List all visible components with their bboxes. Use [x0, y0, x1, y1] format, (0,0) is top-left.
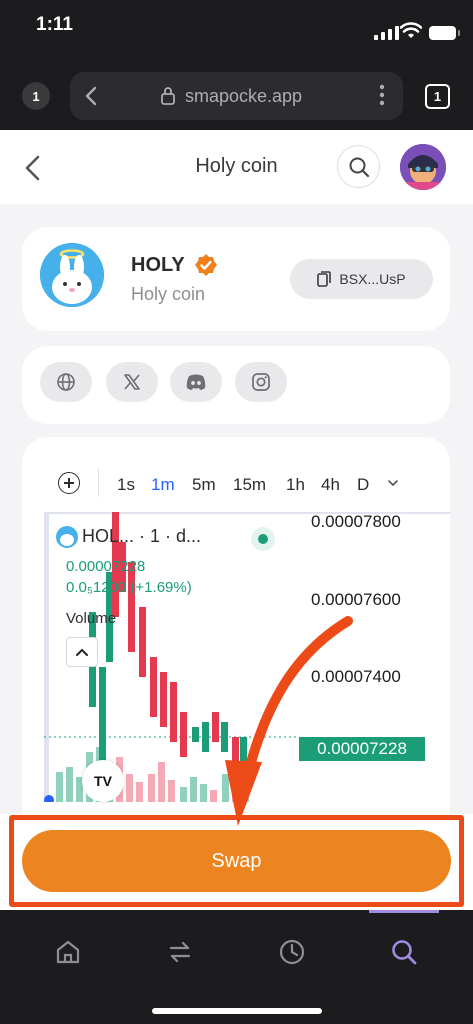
chevron-up-icon: [76, 648, 88, 656]
search-icon: [349, 157, 369, 177]
x-link[interactable]: [106, 362, 158, 402]
timeframe-1s[interactable]: 1s: [117, 475, 135, 495]
add-indicator-button[interactable]: [58, 472, 80, 494]
tabs-button[interactable]: 1: [425, 84, 450, 109]
volume-bar: [158, 762, 165, 802]
token-symbol: HOLY: [131, 254, 185, 276]
highlight-outline: [9, 815, 464, 907]
copy-icon: [317, 271, 332, 287]
lock-icon: [161, 87, 175, 105]
status-time: 1:11: [36, 14, 73, 35]
timeframe-selector: 1s 1m 5m 15m 1h 4h D: [22, 469, 450, 501]
signal-icon: [374, 26, 399, 40]
swap-icon: [169, 941, 191, 963]
token-thumb-icon: [56, 526, 78, 548]
instagram-icon: [252, 373, 270, 391]
candle: [221, 722, 228, 752]
address-bar[interactable]: smapocke.app: [70, 72, 403, 120]
candle: [180, 712, 187, 757]
nav-search[interactable]: [384, 932, 424, 972]
more-vertical-icon[interactable]: [379, 84, 385, 106]
instagram-link[interactable]: [235, 362, 287, 402]
chevron-down-icon[interactable]: [387, 479, 399, 487]
social-links-card: [22, 346, 450, 424]
status-bar: 1:11: [0, 0, 473, 62]
legend-symbol: HOL... · 1 · d...: [82, 526, 202, 546]
candle: [212, 712, 219, 742]
browser-back-icon[interactable]: [84, 86, 98, 106]
timeframe-5m[interactable]: 5m: [192, 475, 216, 495]
token-address: BSX...UsP: [339, 271, 406, 287]
nav-home[interactable]: [48, 932, 88, 972]
avatar[interactable]: [400, 144, 446, 190]
timeframe-15m[interactable]: 15m: [233, 475, 266, 495]
candle: [240, 737, 247, 802]
price-axis-label: 0.00007400: [311, 667, 401, 686]
nav-swap[interactable]: [160, 932, 200, 972]
discord-icon: [186, 374, 206, 390]
volume-bar: [148, 774, 155, 802]
price-axis-label: 0.00007600: [311, 590, 401, 609]
volume-bar: [66, 767, 73, 802]
url-text: smapocke.app: [185, 86, 303, 106]
bottom-navigation: [0, 910, 473, 1024]
volume-bar: [190, 777, 197, 802]
history-icon: [279, 939, 305, 965]
globe-icon: [57, 373, 75, 391]
timeframe-1m[interactable]: 1m: [151, 475, 175, 495]
search-button[interactable]: [337, 145, 380, 188]
legend-volume-label: Volume: [66, 610, 117, 627]
copy-address-button[interactable]: BSX...UsP: [290, 259, 433, 299]
home-icon: [56, 940, 80, 964]
volume-bar: [222, 774, 229, 802]
search-icon: [392, 940, 417, 965]
market-status-icon: [251, 527, 275, 551]
volume-bar: [232, 782, 239, 802]
app-header: Holy coin: [0, 130, 473, 204]
battery-icon: [429, 26, 460, 40]
website-link[interactable]: [40, 362, 92, 402]
candle: [170, 682, 177, 742]
verified-badge-icon: [195, 254, 217, 276]
timeframe-1h[interactable]: 1h: [286, 475, 305, 495]
price-axis-label: 0.00007800: [311, 512, 401, 531]
candle: [139, 607, 146, 677]
tab-count-badge[interactable]: 1: [22, 82, 50, 110]
web-page: Holy coin HOLY Holy coin BSX...UsP 1s 1m…: [0, 130, 473, 910]
candle: [202, 722, 209, 752]
current-price-label: 0.00007228: [299, 737, 425, 761]
candle: [192, 727, 199, 742]
volume-bar: [56, 772, 63, 802]
nav-history[interactable]: [272, 932, 312, 972]
volume-bar: [180, 787, 187, 802]
discord-link[interactable]: [170, 362, 222, 402]
timeframe-4h[interactable]: 4h: [321, 475, 340, 495]
candle: [128, 562, 135, 652]
price-chart[interactable]: HOL... · 1 · d... 0.00007228 0.0₅1200 (+…: [44, 512, 450, 802]
volume-bar: [210, 790, 217, 802]
x-icon: [124, 374, 140, 390]
volume-bar: [168, 780, 175, 802]
divider: [98, 469, 99, 497]
candle: [150, 657, 157, 717]
browser-toolbar: 1 smapocke.app 1: [0, 62, 473, 130]
wifi-icon: [400, 22, 422, 38]
candle: [160, 672, 167, 727]
home-indicator: [152, 1008, 322, 1014]
timeframe-d[interactable]: D: [357, 475, 369, 495]
active-tab-indicator: [369, 910, 439, 913]
volume-bar: [200, 784, 207, 802]
candle: [232, 737, 239, 782]
volume-bar: [126, 774, 133, 802]
tradingview-logo[interactable]: TV: [82, 760, 124, 802]
legend-price: 0.00007228: [66, 558, 146, 575]
token-name: Holy coin: [131, 284, 206, 304]
volume-bar: [136, 782, 143, 802]
token-card: HOLY Holy coin BSX...UsP: [22, 227, 450, 331]
collapse-legend-button[interactable]: [66, 637, 98, 667]
token-logo: [40, 243, 104, 307]
legend-change: 0.0₅1200 (+1.69%): [66, 579, 192, 596]
